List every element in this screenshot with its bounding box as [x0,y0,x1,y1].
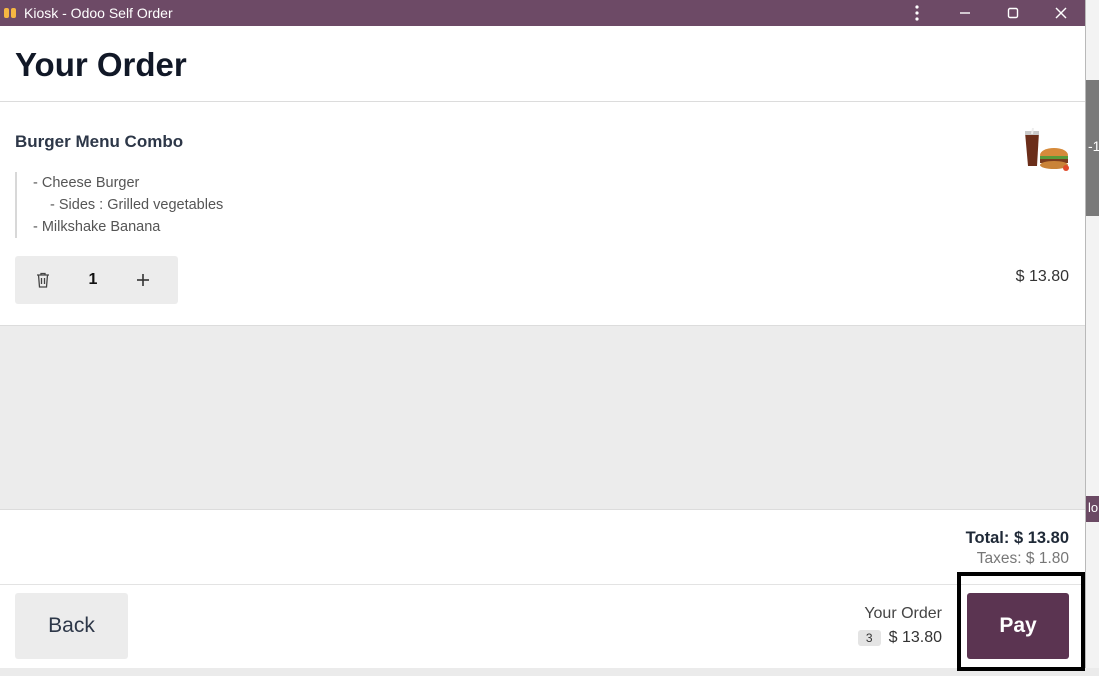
combo-item: - Sides : Grilled vegetables [50,197,224,213]
plus-icon[interactable] [115,256,171,304]
app-icon [2,5,18,21]
background-button: lo [1086,496,1099,522]
combo-item: - Milkshake Banana [33,219,161,235]
background-window: y -1 lo [1086,0,1099,676]
combo-item: - Cheese Burger [33,175,140,191]
quantity-value: 1 [88,271,98,288]
summary-label: Your Order [864,605,942,622]
summary-price: $ 13.80 [888,629,942,646]
combo-items: - Cheese Burger - Sides : Grilled vegeta… [15,172,1070,238]
page-header: Your Order [0,26,1085,102]
order-line: Burger Menu Combo - Cheese Burger - Side… [0,102,1085,326]
window-title: Kiosk - Odoo Self Order [24,5,173,21]
quantity-stepper: 1 [15,256,178,304]
product-name: Burger Menu Combo [15,132,184,151]
product-image [1022,127,1070,174]
page-title: Your Order [15,46,187,83]
total-amount: Total: $ 13.80 [965,529,1069,547]
title-bar: Kiosk - Odoo Self Order [0,0,1085,26]
minimize-icon[interactable] [941,0,989,26]
more-vertical-icon[interactable] [893,0,941,26]
kiosk-window: Kiosk - Odoo Self Order Your Order Burge… [0,0,1086,668]
background-text: -1 [1088,138,1099,154]
footer: Back Your Order 3 $ 13.80 Pay [0,585,1085,667]
taxes-amount: Taxes: $ 1.80 [976,550,1069,567]
close-icon[interactable] [1037,0,1085,26]
order-summary: Your Order 3 $ 13.80 [857,605,942,647]
item-count-badge: 3 [857,630,881,646]
window-bottom-edge [0,668,1099,676]
empty-area [0,326,1085,510]
back-button[interactable]: Back [15,593,128,659]
trash-icon[interactable] [15,256,71,304]
pay-button[interactable]: Pay [967,593,1069,659]
line-price: $ 13.80 [1015,268,1069,285]
maximize-icon[interactable] [989,0,1037,26]
order-totals: Total: $ 13.80 Taxes: $ 1.80 [0,510,1085,585]
